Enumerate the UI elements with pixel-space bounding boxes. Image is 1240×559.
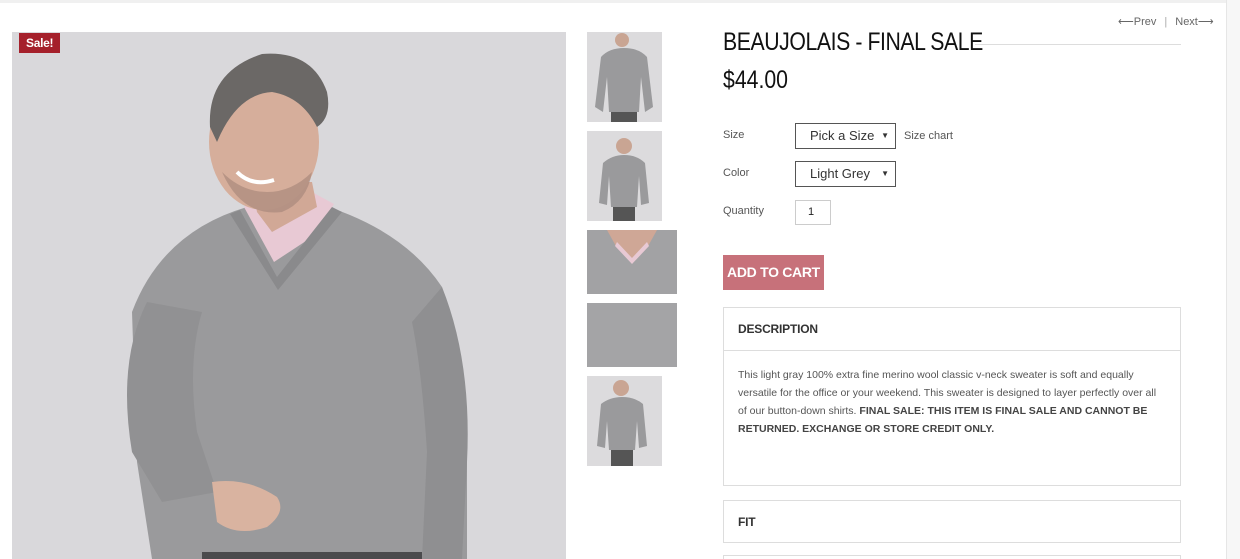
next-link[interactable]: Next⟶	[1175, 16, 1213, 28]
quantity-label: Quantity	[723, 205, 764, 217]
thumbnail-image	[587, 131, 662, 221]
size-select-value: Pick a Size	[810, 128, 875, 143]
main-product-image[interactable]	[12, 32, 566, 559]
pagination-separator: |	[1164, 16, 1168, 28]
description-body: This light gray 100% extra fine merino w…	[724, 350, 1180, 438]
thumbnail-4[interactable]	[587, 303, 677, 367]
color-select-value: Light Grey	[810, 166, 870, 181]
sale-badge: Sale!	[19, 33, 61, 53]
chevron-down-icon: ▼	[881, 131, 889, 140]
thumbnail-image	[587, 376, 662, 466]
size-select[interactable]: Pick a Size ▼	[795, 123, 896, 149]
next-panel-edge	[723, 555, 1181, 559]
color-select[interactable]: Light Grey ▼	[795, 161, 896, 187]
product-pagination: ⟵Prev | Next⟶	[1118, 15, 1214, 28]
color-label: Color	[723, 167, 750, 179]
description-panel: DESCRIPTION This light gray 100% extra f…	[723, 307, 1181, 486]
thumbnail-3[interactable]	[587, 230, 677, 294]
product-title: BEAUJOLAIS - FINAL SALE	[723, 28, 983, 56]
add-to-cart-button[interactable]: ADD TO CART	[723, 255, 824, 290]
chevron-down-icon: ▼	[881, 169, 889, 178]
product-price: $44.00	[723, 66, 788, 94]
thumbnail-1[interactable]	[587, 32, 662, 122]
title-divider	[975, 44, 1181, 45]
fit-panel: FIT	[723, 500, 1181, 543]
model-photo	[12, 32, 566, 559]
description-heading[interactable]: DESCRIPTION	[724, 308, 1180, 350]
size-label: Size	[723, 129, 745, 141]
fit-heading[interactable]: FIT	[724, 501, 1180, 543]
prev-link[interactable]: ⟵Prev	[1118, 16, 1156, 28]
thumbnail-image	[587, 230, 677, 294]
thumbnail-image	[587, 32, 662, 122]
thumbnail-image	[587, 303, 677, 367]
quantity-input[interactable]: 1	[795, 200, 831, 225]
thumbnail-2[interactable]	[587, 131, 662, 221]
thumbnail-5[interactable]	[587, 376, 662, 466]
top-border	[0, 0, 1228, 3]
size-chart-link[interactable]: Size chart	[904, 130, 953, 142]
page-edge	[1226, 0, 1240, 559]
